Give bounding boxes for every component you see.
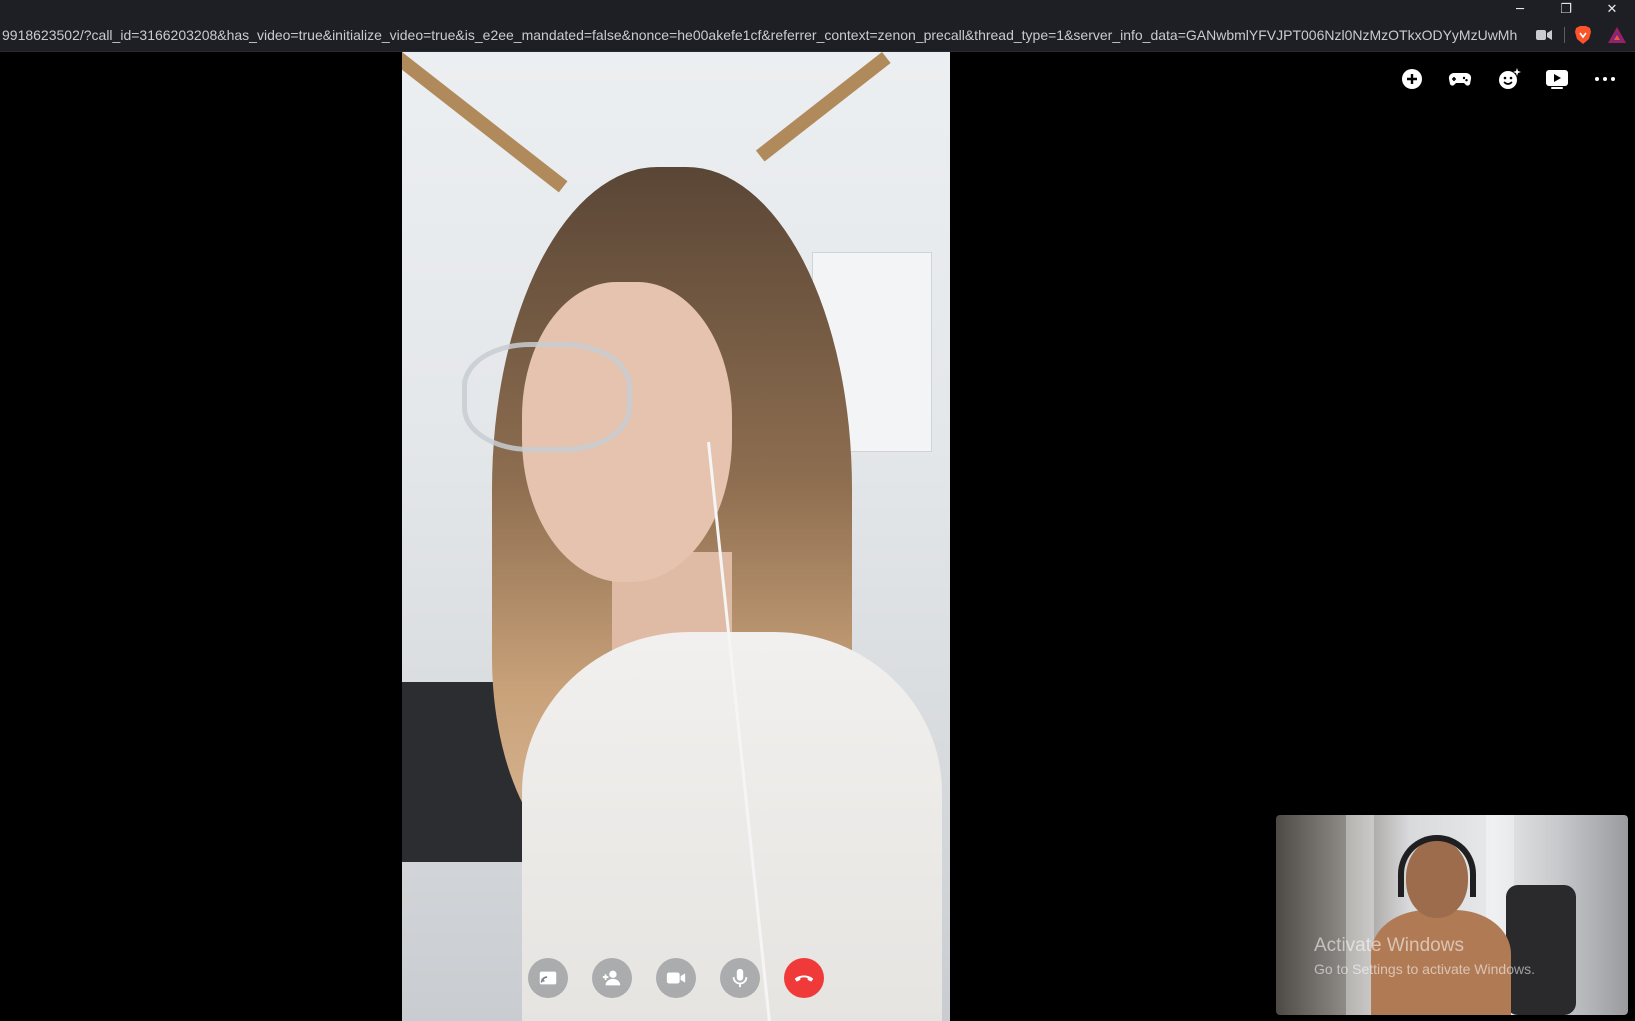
games-button[interactable] bbox=[1443, 62, 1477, 96]
more-options-button[interactable] bbox=[1588, 62, 1622, 96]
end-call-button[interactable] bbox=[784, 958, 824, 998]
microphone-icon bbox=[732, 968, 748, 988]
microphone-button[interactable] bbox=[720, 958, 760, 998]
address-bar-divider bbox=[1564, 27, 1565, 43]
url-field[interactable]: 9918623502/?call_id=3166203208&has_video… bbox=[2, 27, 1517, 43]
effects-icon bbox=[1499, 68, 1521, 89]
share-screen-icon bbox=[539, 971, 557, 985]
brave-rewards-icon[interactable] bbox=[1607, 25, 1627, 45]
call-stage: Activate Windows Go to Settings to activ… bbox=[0, 52, 1635, 1021]
ceiling-trim bbox=[402, 52, 568, 193]
end-call-icon bbox=[794, 975, 814, 982]
minimize-button[interactable]: ─ bbox=[1497, 0, 1543, 18]
call-toolbar bbox=[1395, 62, 1625, 96]
window-curtain bbox=[1346, 815, 1374, 1015]
restore-button[interactable]: ❐ bbox=[1543, 0, 1589, 18]
more-icon bbox=[1595, 77, 1615, 81]
activate-windows-title: Activate Windows bbox=[1314, 935, 1464, 956]
share-screen-button[interactable] bbox=[528, 958, 568, 998]
activate-windows-watermark: Activate Windows Go to Settings to activ… bbox=[1314, 935, 1614, 977]
video-camera-icon bbox=[666, 972, 686, 984]
watch-together-button[interactable] bbox=[1540, 62, 1574, 96]
watch-together-icon bbox=[1546, 70, 1568, 89]
activate-windows-subtitle: Go to Settings to activate Windows. bbox=[1314, 961, 1535, 977]
add-icon bbox=[1402, 69, 1422, 89]
headset bbox=[1398, 835, 1476, 897]
participant-glasses bbox=[462, 342, 632, 452]
camera-icon[interactable] bbox=[1534, 25, 1554, 45]
call-controls bbox=[528, 958, 828, 998]
games-icon bbox=[1448, 72, 1472, 86]
brave-lion-icon[interactable] bbox=[1573, 25, 1593, 45]
self-view-video[interactable]: Activate Windows Go to Settings to activ… bbox=[1276, 815, 1628, 1015]
ceiling-trim bbox=[755, 52, 891, 162]
remote-video bbox=[402, 52, 950, 1021]
effects-button[interactable] bbox=[1492, 62, 1526, 96]
add-person-button[interactable] bbox=[592, 958, 632, 998]
add-button[interactable] bbox=[1395, 62, 1429, 96]
video-button[interactable] bbox=[656, 958, 696, 998]
add-person-icon bbox=[602, 970, 621, 986]
address-bar: 9918623502/?call_id=3166203208&has_video… bbox=[0, 18, 1635, 52]
title-bar: ─ ❐ ✕ bbox=[0, 0, 1635, 18]
close-button[interactable]: ✕ bbox=[1589, 0, 1635, 18]
